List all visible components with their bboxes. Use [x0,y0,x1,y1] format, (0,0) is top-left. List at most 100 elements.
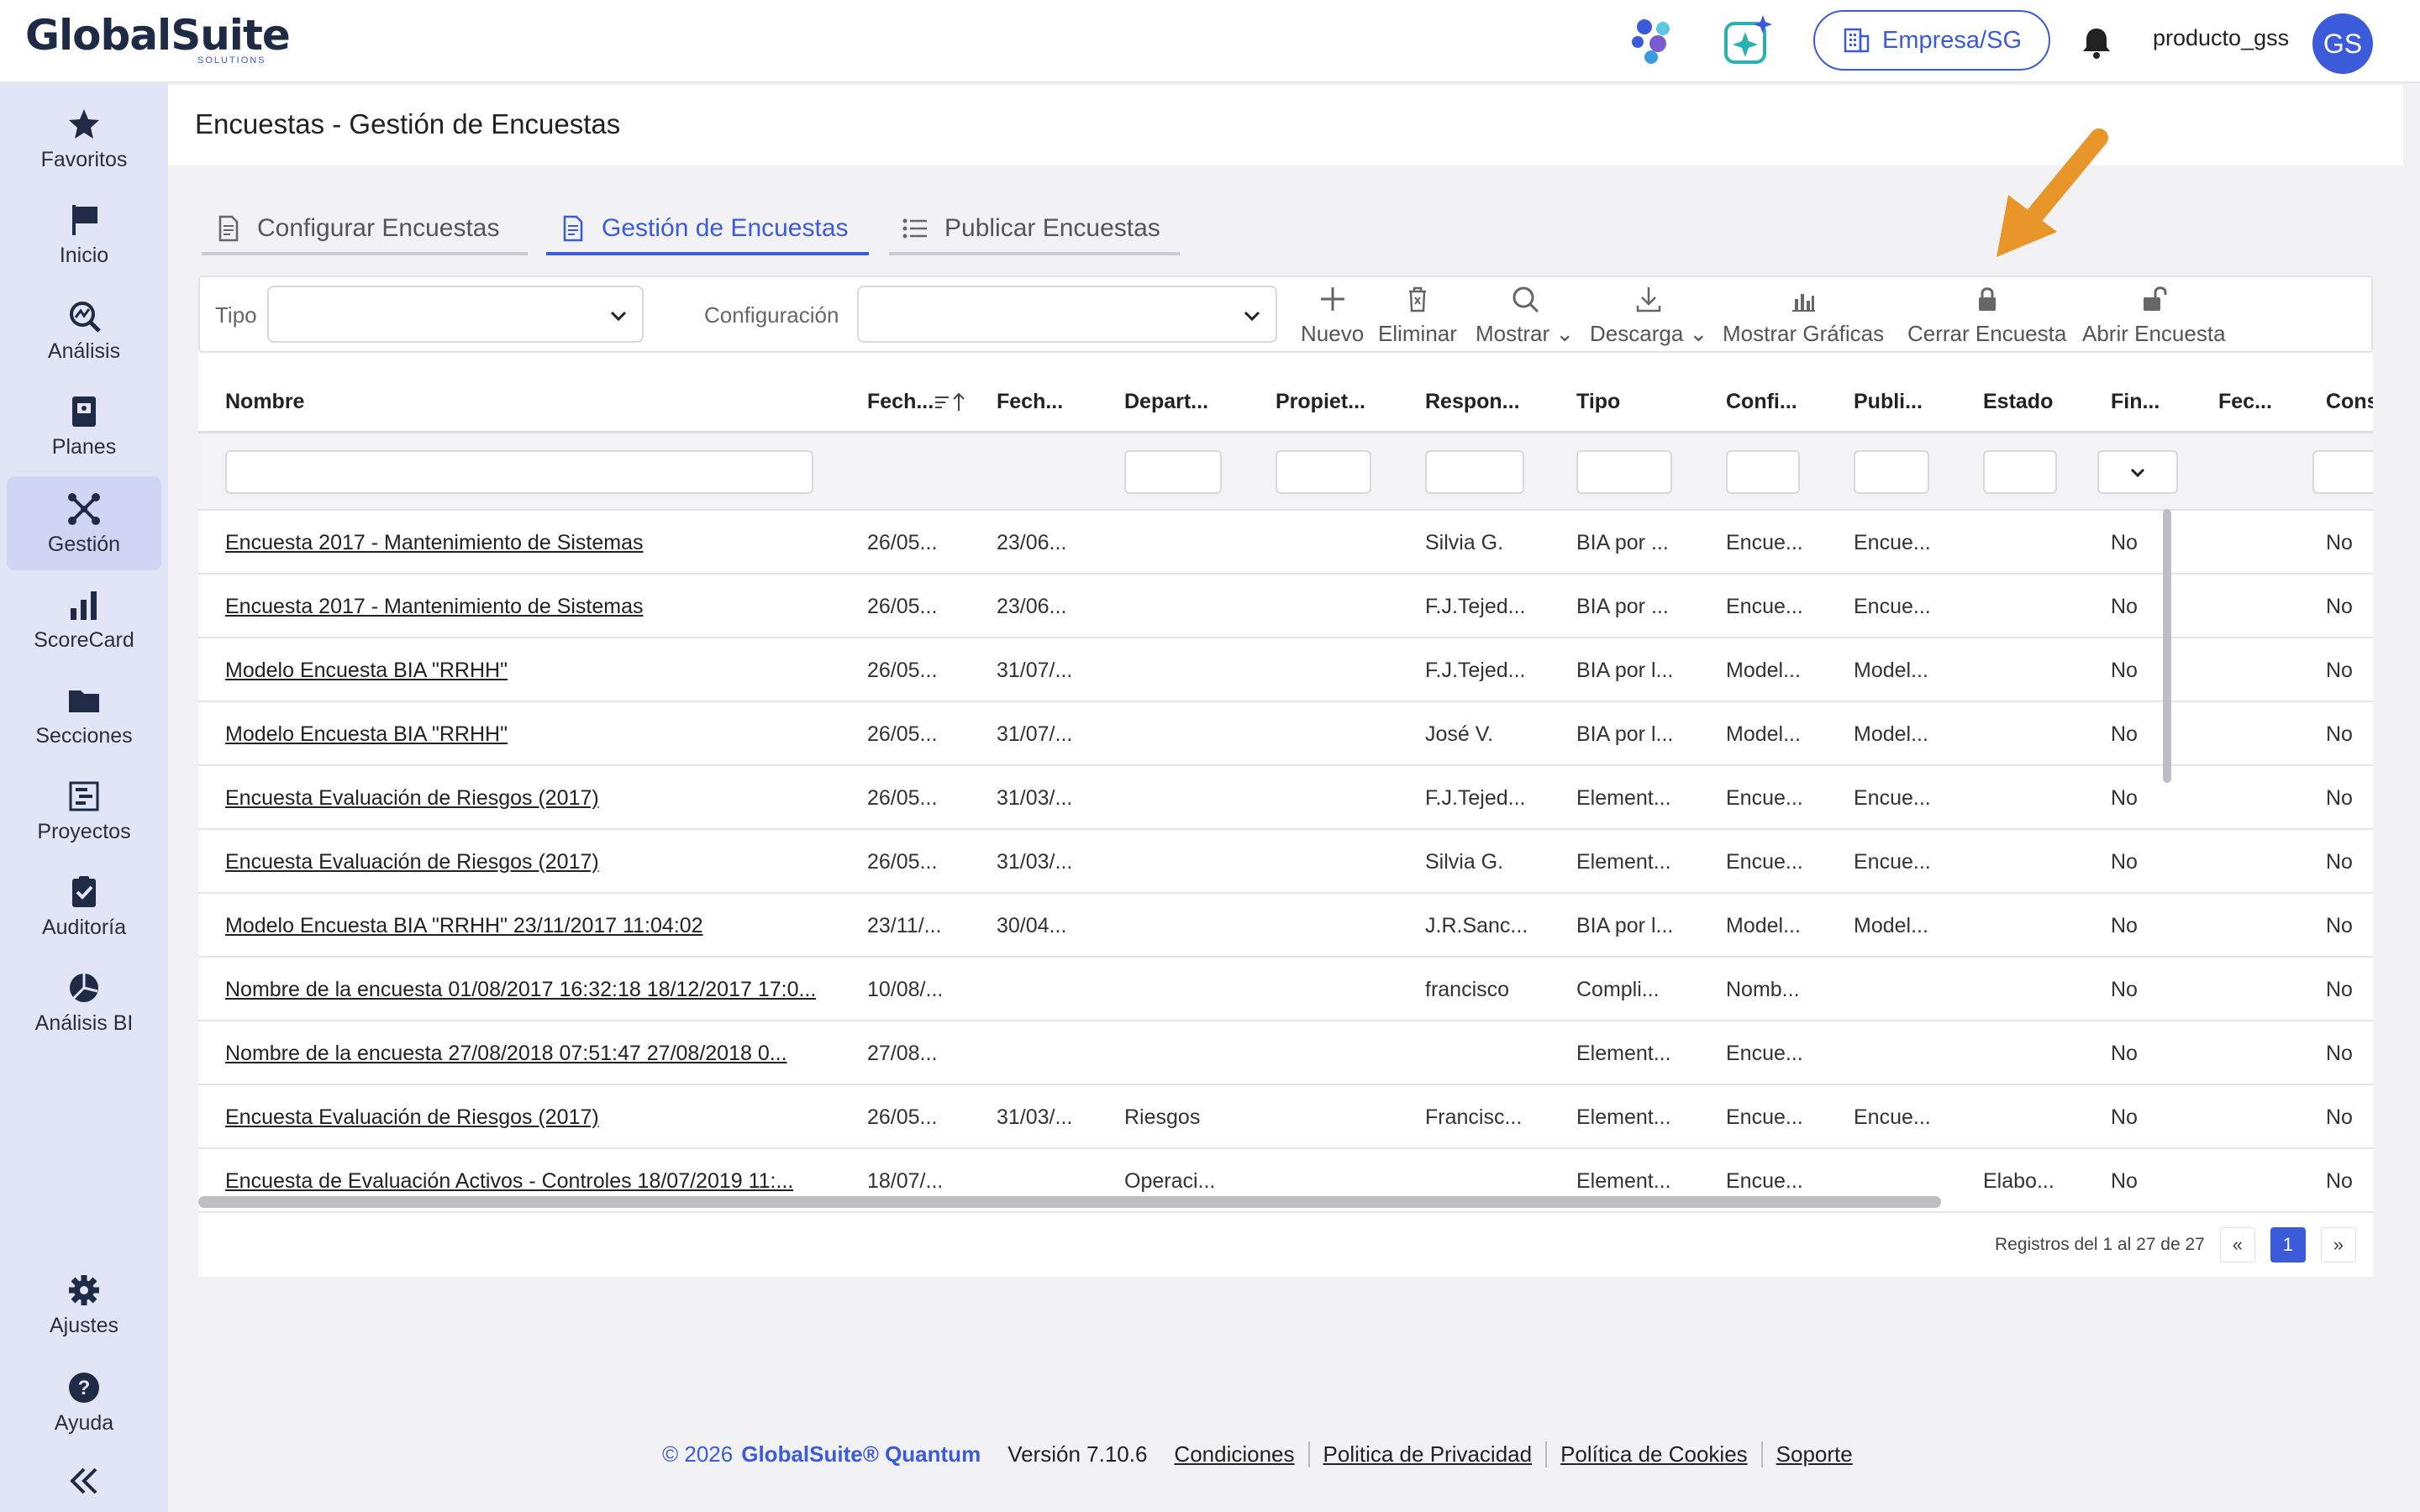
double-chevron-left-icon[interactable] [66,1462,103,1499]
footer-link-privacidad[interactable]: Politica de Privacidad [1307,1441,1546,1467]
prev-page-button[interactable]: « [2219,1227,2255,1263]
column-header-estado[interactable]: Estado [1983,390,2053,414]
sidebar-item-analisis-bi[interactable]: Análisis BI [7,955,161,1049]
tab-gestion-encuestas[interactable]: Gestión de Encuestas [546,202,869,255]
next-page-button[interactable]: » [2320,1227,2356,1263]
sidebar-item-inicio[interactable]: Inicio [7,187,161,281]
propietario-filter-input[interactable] [1276,450,1371,494]
horizontal-scrollbar[interactable] [198,1196,1941,1208]
cell-tipo: Element... [1576,1042,1671,1065]
table-row[interactable]: Encuesta Evaluación de Riesgos (2017) 26/… [198,830,2373,894]
footer-link-condiciones[interactable]: Condiciones [1160,1441,1307,1467]
column-header-finalizada[interactable]: Fin... [2111,390,2160,414]
nuevo-button[interactable]: Nuevo [1301,284,1364,347]
estado-filter-input[interactable] [1983,450,2057,494]
descarga-button[interactable]: Descarga ⌄ [1590,284,1707,347]
bell-icon[interactable] [2077,24,2116,62]
sidebar-item-auditoria[interactable]: Auditoría [7,859,161,953]
nombre-filter-input[interactable] [225,450,813,494]
cell-configuracion: Encue... [1726,850,1803,874]
tab-configurar-encuestas[interactable]: Configurar Encuestas [202,202,528,255]
help-icon: ? [69,1372,99,1403]
cell-nombre[interactable]: Encuesta Evaluación de Riesgos (2017) [225,1105,599,1130]
cell-tipo: BIA por ... [1576,531,1669,554]
cell-nombre[interactable]: Modelo Encuesta BIA "RRHH" [225,659,508,683]
table-row[interactable]: Modelo Encuesta BIA "RRHH" 23/11/2017 11… [198,894,2373,958]
mostrar-text: Mostrar [1476,321,1550,346]
table-row[interactable]: Encuesta 2017 - Mantenimiento de Sistema… [198,575,2373,638]
sidebar-item-proyectos[interactable]: Proyectos [7,764,161,858]
table-row[interactable]: Encuesta 2017 - Mantenimiento de Sistema… [198,511,2373,575]
publicacion-filter-input[interactable] [1854,450,1929,494]
table-row[interactable]: Modelo Encuesta BIA "RRHH" 26/05... 31/07/… [198,702,2373,766]
cell-nombre[interactable]: Encuesta de Evaluación Activos - Control… [225,1169,793,1194]
mostrar-button[interactable]: Mostrar ⌄ [1476,284,1574,347]
configuracion-select[interactable] [857,286,1277,343]
sidebar-item-planes[interactable]: Planes [7,379,161,473]
cell-configuracion: Encue... [1726,1105,1803,1129]
globalsuite-logo[interactable]: GlobalSuite SOLUTIONS [25,12,291,66]
column-header-tipo[interactable]: Tipo [1576,390,1620,414]
table-row[interactable]: Nombre de la encuesta 01/08/2017 16:32:1… [198,958,2373,1021]
page-1-button[interactable]: 1 [2270,1227,2306,1263]
cell-nombre[interactable]: Encuesta Evaluación de Riesgos (2017) [225,850,599,874]
column-header-fecha-inicio[interactable]: Fech... [867,390,967,414]
sidebar-item-label: Secciones [35,723,133,748]
avatar[interactable]: GS [2312,13,2373,74]
cell-nombre[interactable]: Nombre de la encuesta 27/08/2018 07:51:4… [225,1042,787,1066]
column-header-cons[interactable]: Cons [2326,390,2373,414]
sidebar-item-ajustes[interactable]: Ajustes [7,1257,161,1352]
tipo-filter-input[interactable] [1576,450,1672,494]
column-header-propietario[interactable]: Propiet... [1276,390,1365,414]
configuracion-filter-input[interactable] [1726,450,1800,494]
cerrar-encuesta-button[interactable]: Cerrar Encuesta [1907,284,2066,347]
ai-sparkle-icon[interactable] [1721,13,1776,69]
finalizada-filter-select[interactable] [2097,450,2178,494]
footer-link-soporte[interactable]: Soporte [1760,1441,1866,1467]
vertical-scrollbar[interactable] [2163,509,2171,783]
table-row[interactable]: Nombre de la encuesta 27/08/2018 07:51:4… [198,1021,2373,1085]
eliminar-button[interactable]: Eliminar [1378,284,1457,347]
cell-nombre[interactable]: Encuesta 2017 - Mantenimiento de Sistema… [225,595,644,619]
mostrar-graficas-button[interactable]: Mostrar Gráficas [1723,284,1884,347]
company-selector-button[interactable]: Empresa/SG [1813,10,2050,71]
column-header-responsable[interactable]: Respon... [1425,390,1520,414]
column-header-fecha-fin[interactable]: Fech... [997,390,1063,414]
cell-nombre[interactable]: Encuesta Evaluación de Riesgos (2017) [225,786,599,811]
table-row[interactable]: Encuesta Evaluación de Riesgos (2017) 26/… [198,1085,2373,1149]
chevron-down-icon: ⌄ [1689,321,1708,346]
tab-publicar-encuestas[interactable]: Publicar Encuestas [889,202,1180,255]
mostrar-label: Mostrar ⌄ [1476,321,1574,347]
departamento-filter-input[interactable] [1124,450,1222,494]
cell-publicacion: Encue... [1854,531,1931,554]
cell-tipo: BIA por l... [1576,659,1674,682]
sidebar-item-ayuda[interactable]: ? Ayuda [7,1355,161,1449]
footer-link-cookies[interactable]: Política de Cookies [1545,1441,1761,1467]
sidebar-item-gestion[interactable]: Gestión [7,476,161,570]
sidebar-item-secciones[interactable]: Secciones [7,668,161,762]
column-header-departamento[interactable]: Depart... [1124,390,1208,414]
cell-cons: No [2326,850,2353,874]
cell-nombre[interactable]: Modelo Encuesta BIA "RRHH" [225,722,508,747]
network-icon[interactable] [1626,13,1680,67]
abrir-encuesta-button[interactable]: Abrir Encuesta [2082,284,2226,347]
tipo-select[interactable] [267,286,644,343]
download-icon [1636,287,1661,312]
column-header-configuracion[interactable]: Confi... [1726,390,1797,414]
cell-nombre[interactable]: Encuesta 2017 - Mantenimiento de Sistema… [225,531,644,555]
column-header-nombre[interactable]: Nombre [225,390,304,414]
table-row[interactable]: Encuesta Evaluación de Riesgos (2017) 26/… [198,766,2373,830]
chevron-down-icon [610,311,627,322]
responsable-filter-input[interactable] [1425,450,1524,494]
username[interactable]: producto_gss [2153,25,2289,51]
cons-filter-input[interactable] [2312,450,2373,494]
sidebar-item-analisis[interactable]: Análisis [7,283,161,377]
sidebar-item-favoritos[interactable]: Favoritos [7,92,161,186]
cell-nombre[interactable]: Modelo Encuesta BIA "RRHH" 23/11/2017 11… [225,914,703,938]
cell-fecha-inicio: 23/11/... [867,914,942,937]
cell-nombre[interactable]: Nombre de la encuesta 01/08/2017 16:32:1… [225,978,816,1002]
column-header-fecha[interactable]: Fec... [2218,390,2272,414]
table-row[interactable]: Modelo Encuesta BIA "RRHH" 26/05... 31/07/… [198,638,2373,702]
sidebar-item-scorecard[interactable]: ScoreCard [7,572,161,666]
column-header-publicacion[interactable]: Publi... [1854,390,1923,414]
